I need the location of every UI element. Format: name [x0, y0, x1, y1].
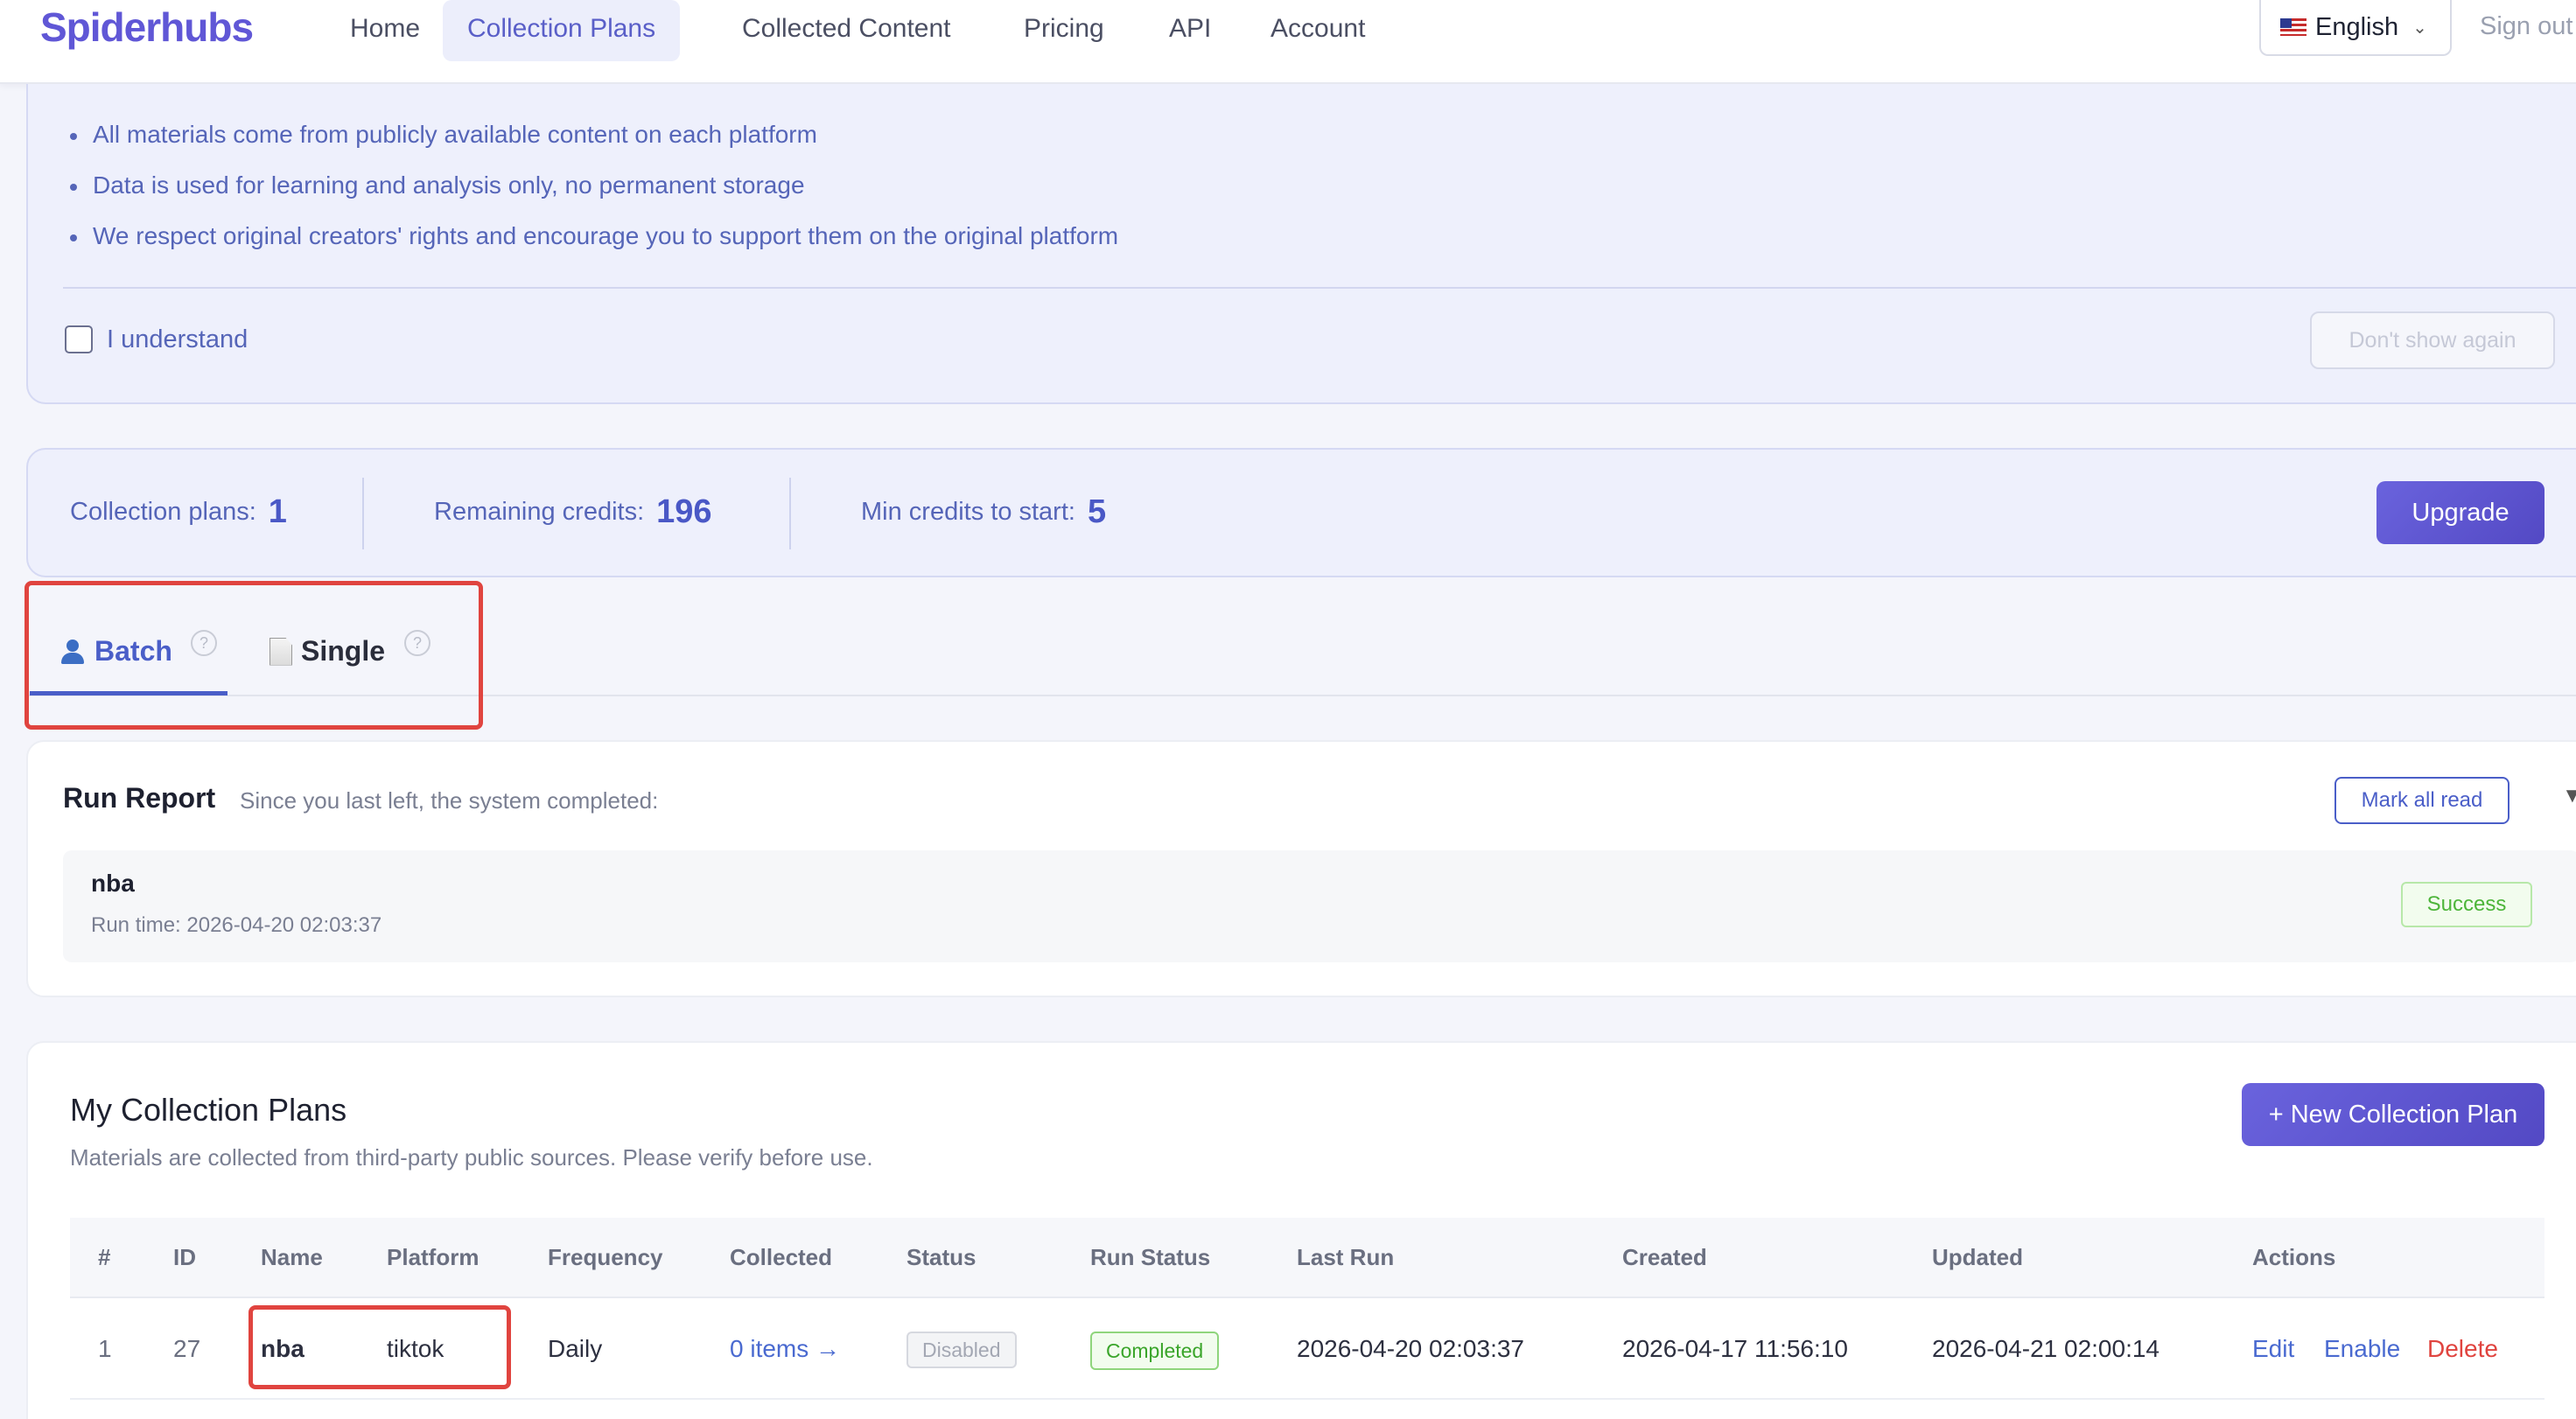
- stat-collection-plans: Collection plans: 1: [70, 493, 287, 531]
- collection-plans-card: My Collection Plans Materials are collec…: [26, 1041, 2576, 1419]
- run-status-tag: Completed: [1090, 1332, 1220, 1370]
- brand-logo[interactable]: Spiderhubs: [40, 3, 254, 51]
- understand-label[interactable]: I understand: [107, 325, 248, 354]
- notice-divider: [63, 287, 2576, 289]
- us-flag-icon: [2280, 18, 2306, 36]
- status-badge: Success: [2401, 882, 2532, 927]
- sign-out-link[interactable]: Sign out: [2480, 12, 2572, 41]
- cell-updated: 2026-04-21 02:00:14: [1932, 1335, 2160, 1362]
- run-report-item-name: nba: [91, 870, 135, 897]
- stat-credits-label: Remaining credits:: [434, 498, 645, 526]
- collapse-arrow-icon[interactable]: ▼: [2562, 784, 2576, 808]
- column-header: Last Run: [1297, 1244, 1395, 1270]
- nav-account[interactable]: Account: [1246, 0, 1390, 61]
- stat-divider: [362, 478, 364, 549]
- stat-divider: [789, 478, 791, 549]
- delete-button[interactable]: Delete: [2427, 1335, 2498, 1363]
- annotation-highlight-box: [24, 581, 483, 730]
- run-report-item: nba Run time: 2026-04-20 02:03:37 Succes…: [63, 850, 2576, 962]
- column-header: Run Status: [1090, 1244, 1211, 1270]
- upgrade-button[interactable]: Upgrade: [2376, 481, 2544, 544]
- cell-index: 1: [98, 1335, 112, 1362]
- column-header: Platform: [387, 1244, 480, 1270]
- dont-show-again-button[interactable]: Don't show again: [2310, 311, 2555, 369]
- nav-collected-content[interactable]: Collected Content: [718, 0, 975, 61]
- column-header: Status: [906, 1244, 976, 1270]
- stat-plans-label: Collection plans:: [70, 498, 256, 526]
- top-navigation-bar: Spiderhubs Home Collection Plans Collect…: [0, 0, 2576, 84]
- notice-panel: All materials come from publicly availab…: [26, 84, 2576, 404]
- enable-button[interactable]: Enable: [2324, 1335, 2400, 1363]
- column-header: Actions: [2252, 1244, 2336, 1270]
- nav-api[interactable]: API: [1144, 0, 1236, 61]
- new-collection-plan-button[interactable]: + New Collection Plan: [2242, 1083, 2544, 1146]
- table-header: # ID Name Platform Frequency Collected S…: [70, 1218, 2544, 1298]
- collected-items-link[interactable]: 0 items →: [730, 1335, 840, 1363]
- stats-panel: Collection plans: 1 Remaining credits: 196…: [26, 448, 2576, 577]
- understand-checkbox[interactable]: [65, 325, 93, 353]
- run-report-card: Run Report Since you last left, the syst…: [26, 740, 2576, 997]
- cell-created: 2026-04-17 11:56:10: [1622, 1335, 1848, 1362]
- run-report-title: Run Report: [63, 782, 216, 814]
- notice-line-1: All materials come from publicly availab…: [70, 121, 817, 148]
- mark-all-read-button[interactable]: Mark all read: [2334, 777, 2510, 824]
- plans-title: My Collection Plans: [70, 1092, 347, 1128]
- stat-plans-value: 1: [268, 493, 287, 530]
- column-header: Created: [1622, 1244, 1707, 1270]
- column-header: ID: [173, 1244, 196, 1270]
- cell-frequency: Daily: [548, 1335, 603, 1362]
- column-header: Frequency: [548, 1244, 663, 1270]
- plans-subtitle: Materials are collected from third-party…: [70, 1144, 873, 1171]
- column-header: Name: [261, 1244, 323, 1270]
- cell-last-run: 2026-04-20 02:03:37: [1297, 1335, 1524, 1362]
- language-label: English: [2315, 12, 2399, 41]
- column-header: Collected: [730, 1244, 833, 1270]
- stat-remaining-credits: Remaining credits: 196: [434, 493, 712, 531]
- stat-min-label: Min credits to start:: [861, 498, 1075, 526]
- column-header: Updated: [1932, 1244, 2023, 1270]
- notice-line-3: We respect original creators' rights and…: [69, 222, 1119, 249]
- status-tag-disabled: Disabled: [906, 1332, 1017, 1368]
- language-selector[interactable]: English ⌄: [2259, 0, 2452, 56]
- stat-credits-value: 196: [656, 493, 712, 530]
- cell-id: 27: [173, 1335, 201, 1362]
- column-header: #: [98, 1244, 111, 1270]
- run-report-item-time: Run time: 2026-04-20 02:03:37: [91, 913, 382, 937]
- edit-button[interactable]: Edit: [2252, 1335, 2294, 1363]
- run-report-subtitle: Since you last left, the system complete…: [240, 787, 659, 814]
- nav-pricing[interactable]: Pricing: [999, 0, 1129, 61]
- nav-home[interactable]: Home: [326, 0, 444, 61]
- nav-collection-plans[interactable]: Collection Plans: [443, 0, 681, 61]
- annotation-highlight-box: [248, 1305, 511, 1389]
- stat-min-credits: Min credits to start: 5: [861, 493, 1106, 531]
- notice-line-2: Data is used for learning and analysis o…: [70, 171, 805, 199]
- chevron-down-icon: ⌄: [2412, 17, 2427, 38]
- stat-min-value: 5: [1087, 493, 1107, 530]
